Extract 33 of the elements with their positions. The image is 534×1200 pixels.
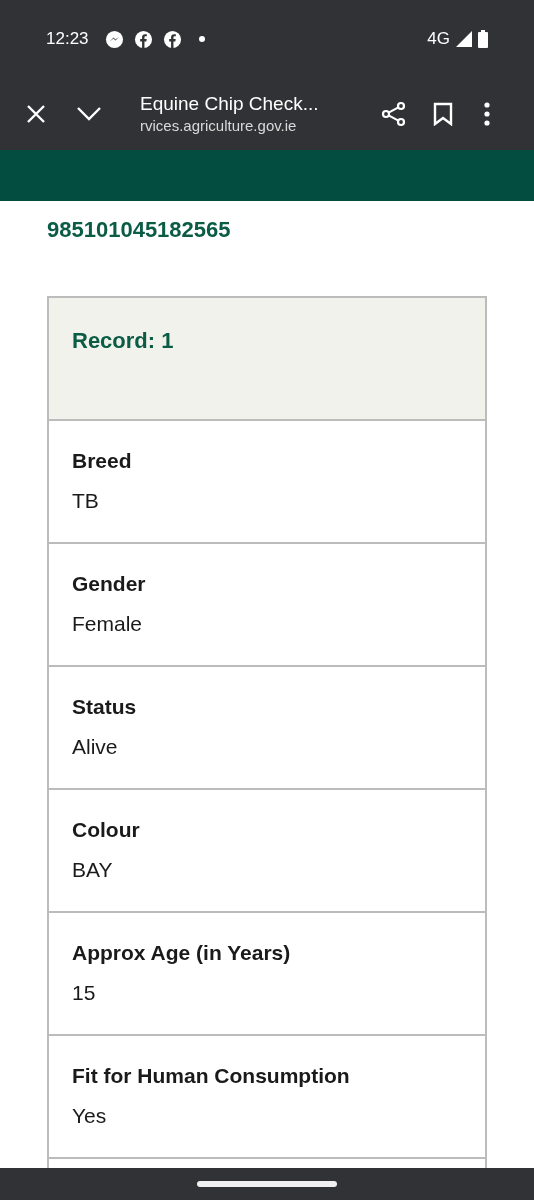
- facebook-icon: [133, 29, 153, 49]
- bookmark-button[interactable]: [431, 100, 455, 128]
- page-title: Equine Chip Check...: [140, 92, 320, 116]
- bookmark-icon: [433, 102, 453, 126]
- battery-icon: [478, 30, 488, 48]
- home-handle[interactable]: [197, 1181, 337, 1187]
- share-icon: [381, 101, 407, 127]
- more-button[interactable]: [482, 100, 492, 128]
- record-heading: Record: 1: [72, 328, 174, 353]
- field-value: BAY: [72, 857, 114, 883]
- chevron-down-icon: [77, 107, 101, 121]
- dot-icon: [198, 36, 205, 42]
- field-label: Breed: [72, 448, 133, 474]
- field-value: Yes: [72, 1103, 108, 1129]
- field-value: Female: [72, 611, 144, 637]
- signal-icon: [456, 31, 472, 47]
- field-label: Fit for Human Consumption: [72, 1063, 351, 1089]
- field-label: Gender: [72, 571, 147, 597]
- field-value: Alive: [72, 734, 119, 760]
- facebook-icon: [162, 29, 182, 49]
- share-button[interactable]: [380, 100, 408, 128]
- network-type: 4G: [427, 28, 450, 51]
- field-label: Approx Age (in Years): [72, 940, 292, 966]
- page-url: rvices.agriculture.gov.ie: [140, 116, 298, 136]
- messenger-icon: [104, 29, 124, 49]
- field-label: Status: [72, 694, 138, 720]
- chip-number: 985101045182565: [47, 216, 232, 244]
- clock-time: 12:23: [46, 28, 89, 51]
- field-value: 15: [72, 980, 97, 1006]
- field-value: TB: [72, 488, 100, 514]
- field-label: Colour: [72, 817, 141, 843]
- close-icon: [26, 104, 46, 124]
- more-icon: [484, 102, 490, 126]
